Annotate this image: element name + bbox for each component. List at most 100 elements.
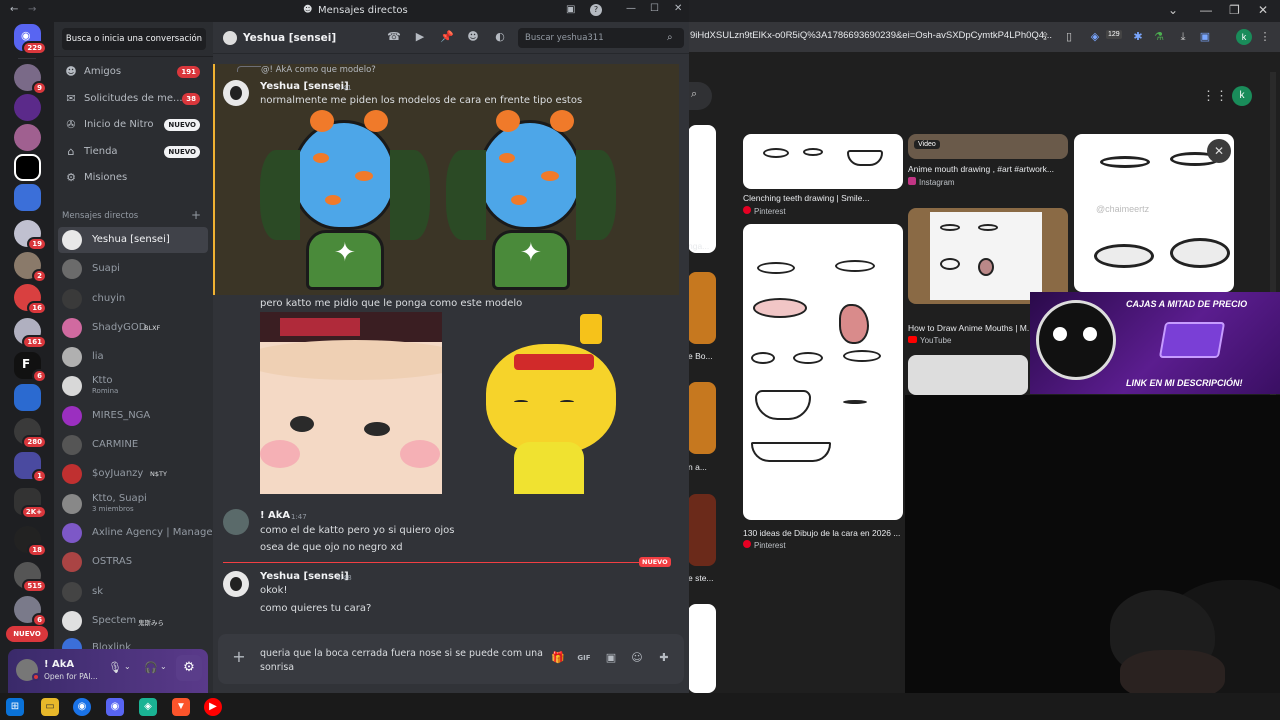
chat-search-input[interactable]: Buscar yeshua311 — [518, 28, 684, 48]
server-icon[interactable]: 515 — [14, 562, 47, 593]
discord-taskbar-icon[interactable]: ◉ — [106, 698, 124, 716]
settings-gear-icon[interactable]: ⚙ — [176, 655, 202, 681]
server-icon[interactable] — [14, 384, 41, 411]
result-image-partial[interactable] — [688, 125, 716, 253]
pin-icon[interactable]: 📌 — [440, 30, 454, 44]
server-icon[interactable]: 280 — [14, 418, 47, 449]
result-image-partial[interactable] — [688, 382, 716, 454]
user-profile-icon[interactable]: ◐ — [493, 30, 507, 44]
chevron-down-icon[interactable]: ⌄ — [160, 662, 167, 671]
dm-item[interactable]: ShadyGOD BLXF — [58, 315, 208, 341]
puzzle-icon[interactable]: ✱ — [1131, 30, 1145, 44]
create-dm-icon[interactable]: + — [191, 208, 201, 222]
dm-item[interactable]: sk — [58, 579, 208, 605]
restore-icon[interactable]: ❐ — [1229, 3, 1240, 17]
server-icon[interactable] — [14, 124, 41, 151]
nav-shop[interactable]: ⌂ Tienda NUEVO — [60, 140, 206, 164]
close-icon[interactable]: ✕ — [674, 3, 682, 14]
channel-name[interactable]: Yeshua [sensei] — [243, 32, 336, 44]
result-image-mouths[interactable] — [908, 208, 1068, 304]
help-icon[interactable]: ? — [590, 4, 602, 16]
gif-icon[interactable]: GIF — [576, 650, 592, 666]
dm-item[interactable]: OSTRAS — [58, 549, 208, 575]
chevron-down-icon[interactable]: ⌄ — [1168, 3, 1178, 17]
close-preview-button[interactable]: ✕ — [1207, 139, 1231, 163]
result-image-partial[interactable] — [688, 494, 716, 566]
result-image-partial[interactable] — [688, 272, 716, 344]
server-icon[interactable] — [14, 154, 41, 181]
server-icon[interactable]: 2K+ — [14, 488, 47, 519]
share-icon[interactable]: ⇪ — [1038, 30, 1052, 44]
menu-dots-icon[interactable]: ⋮ — [1258, 30, 1272, 44]
message-author[interactable]: ! AkA — [260, 510, 290, 521]
result-caption[interactable]: Anime mouth drawing , #art #artwork... — [908, 164, 1068, 174]
reference-image-1[interactable] — [260, 312, 442, 494]
result-caption[interactable]: Clenching teeth drawing | Smile... — [743, 193, 903, 203]
dm-search-button[interactable]: Busca o inicia una conversación — [62, 28, 206, 50]
microphone-icon[interactable]: 🎙 — [108, 661, 122, 674]
result-image-mouth-sheet[interactable] — [743, 224, 903, 520]
app-icon[interactable]: ◈ — [139, 698, 157, 716]
dm-item[interactable]: $oyJuanzy N$TY — [58, 461, 208, 487]
google-profile-avatar[interactable]: k — [1232, 86, 1252, 106]
nav-quests[interactable]: ⚙ Misiones — [60, 166, 206, 190]
minimize-icon[interactable]: — — [626, 3, 636, 14]
home-button[interactable]: ◉ 229 — [14, 24, 47, 55]
result-image-teeth[interactable] — [743, 134, 903, 189]
server-icon[interactable]: 9 — [14, 64, 47, 95]
add-friends-icon[interactable]: ☻ — [466, 30, 480, 44]
dm-item[interactable]: chuyin — [58, 286, 208, 312]
download-icon[interactable]: ⤓ — [1176, 30, 1190, 44]
message-input[interactable]: queria que la boca cerrada fuera nose si… — [260, 647, 543, 677]
reply-preview[interactable]: @! AkA como que modelo? — [261, 65, 376, 75]
headphones-icon[interactable]: 🎧 — [144, 661, 158, 674]
nav-nitro[interactable]: ✇ Inicio de Nitro NUEVO — [60, 113, 206, 137]
dm-item[interactable]: Ktto, Suapi 3 miembros — [58, 491, 208, 517]
avatar[interactable] — [223, 509, 249, 535]
avatar[interactable] — [223, 31, 237, 45]
server-icon[interactable]: 1 — [14, 452, 47, 483]
emoji-icon[interactable]: ☺ — [629, 650, 645, 666]
avatar[interactable] — [223, 571, 249, 597]
sticker-icon[interactable]: ▣ — [603, 650, 619, 666]
dm-item[interactable]: Spectem 鬼斯みら — [58, 608, 208, 634]
nav-friends[interactable]: ☻ Amigos 191 — [60, 60, 206, 84]
gift-icon[interactable]: 🎁 — [550, 650, 566, 666]
maximize-icon[interactable]: ☐ — [650, 3, 659, 14]
apps-icon[interactable]: ✚ — [656, 650, 672, 666]
inbox-icon[interactable]: ▣ — [566, 4, 575, 15]
dm-item[interactable]: Suapi — [58, 256, 208, 282]
result-image[interactable] — [908, 355, 1028, 395]
apps-grid-icon[interactable]: ⋮⋮ — [1202, 88, 1228, 104]
chrome-icon[interactable]: ◉ — [73, 698, 91, 716]
dm-item[interactable]: lia — [58, 344, 208, 370]
character-head-image[interactable] — [478, 120, 582, 230]
avatar[interactable] — [223, 80, 249, 106]
character-head-image[interactable] — [292, 120, 396, 230]
chevron-down-icon[interactable]: ⌄ — [124, 662, 131, 671]
voice-call-icon[interactable]: ☎ — [387, 30, 401, 44]
result-caption[interactable]: How to Draw Anime Mouths | M... — [908, 323, 1033, 333]
dm-item[interactable]: MIRES_NGA — [58, 403, 208, 429]
flask-icon[interactable]: ⚗ — [1152, 30, 1166, 44]
extension-icon[interactable]: ◈ — [1088, 30, 1102, 44]
result-image-video[interactable]: Video — [908, 134, 1068, 159]
result-image-partial[interactable] — [688, 604, 716, 693]
profile-avatar[interactable]: k — [1236, 29, 1252, 45]
minimize-icon[interactable]: — — [1200, 3, 1212, 17]
dm-item[interactable]: CARMINE — [58, 432, 208, 458]
bookmark-icon[interactable]: ▯ — [1062, 30, 1076, 44]
nav-message-requests[interactable]: ✉ Solicitudes de me... 38 — [60, 87, 206, 111]
result-caption[interactable]: 130 ideas de Dibujo de la cara en 2026 .… — [743, 528, 903, 538]
url-text[interactable]: 9iHdXSULzn9tElKx-o0R5iQ%3A1786693690239&… — [690, 30, 1052, 41]
video-call-icon[interactable]: ▶ — [413, 30, 427, 44]
message-attachment-images[interactable]: ✦ ✦ — [260, 110, 680, 295]
forward-arrow-icon[interactable]: → — [28, 4, 36, 15]
start-windows-icon[interactable]: ⊞ — [6, 698, 24, 716]
server-icon[interactable]: 16 — [14, 284, 47, 315]
server-icon[interactable]: F6 — [14, 352, 47, 383]
attach-plus-icon[interactable]: + — [230, 648, 248, 666]
sidepanel-icon[interactable]: ▣ — [1198, 30, 1212, 44]
server-icon[interactable]: 19 — [14, 220, 47, 251]
dm-item[interactable]: Yeshua [sensei] — [58, 227, 208, 253]
